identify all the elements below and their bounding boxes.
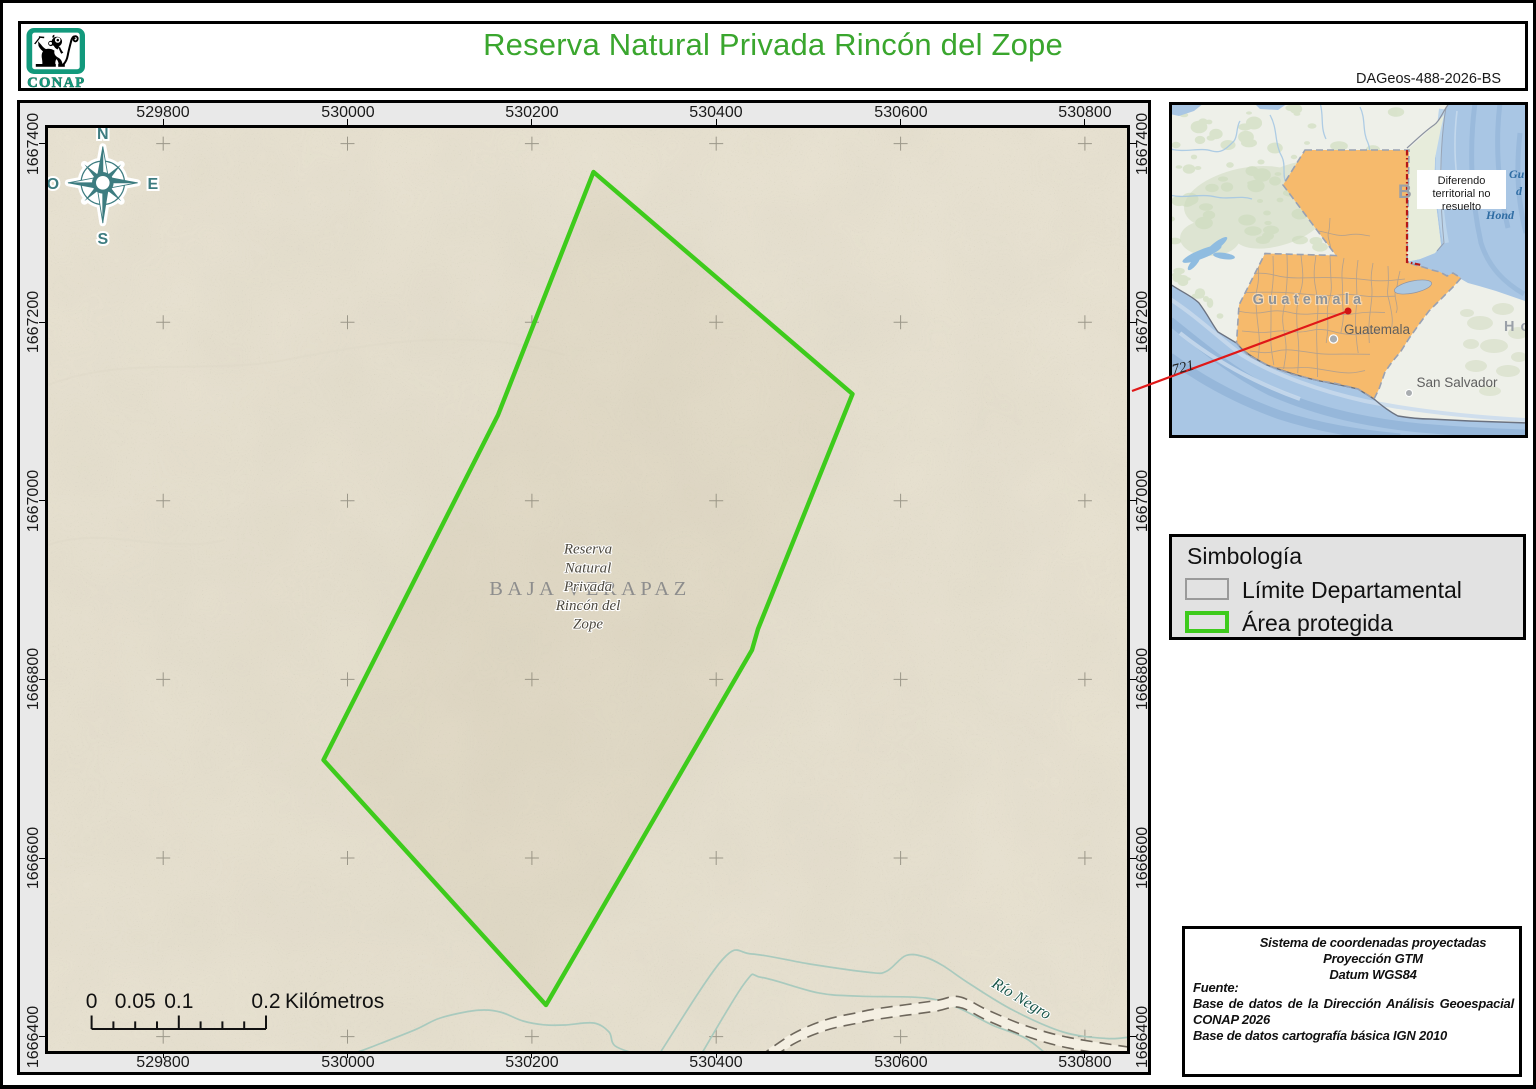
svg-text:resuelto: resuelto (1442, 201, 1481, 213)
svg-text:Kilómetros: Kilómetros (285, 990, 384, 1013)
svg-text:Hond: Hond (1485, 208, 1515, 222)
svg-text:Zope: Zope (573, 617, 603, 633)
svg-text:0: 0 (86, 990, 98, 1013)
svg-text:0.1: 0.1 (164, 990, 193, 1013)
svg-text:N: N (97, 128, 109, 143)
svg-text:San Salvador: San Salvador (1416, 375, 1498, 390)
svg-text:O: O (48, 176, 59, 193)
svg-text:Ho: Ho (1504, 319, 1525, 335)
svg-text:0.05: 0.05 (115, 990, 156, 1013)
svg-text:Natural: Natural (564, 560, 612, 576)
svg-text:S: S (97, 231, 108, 248)
svg-text:B: B (1398, 182, 1412, 203)
svg-text:CONAP: CONAP (27, 75, 84, 90)
svg-text:d: d (1516, 184, 1523, 198)
svg-text:Gu: Gu (1509, 167, 1525, 181)
svg-text:Diferendo: Diferendo (1438, 175, 1486, 187)
svg-text:721: 721 (1170, 358, 1196, 379)
svg-text:Privada: Privada (563, 579, 612, 595)
svg-text:E: E (147, 176, 158, 193)
svg-text:0.2: 0.2 (251, 990, 280, 1013)
svg-text:Reserva: Reserva (563, 542, 612, 558)
svg-text:Rincón del: Rincón del (555, 598, 621, 614)
svg-text:territorial no: territorial no (1432, 188, 1490, 200)
